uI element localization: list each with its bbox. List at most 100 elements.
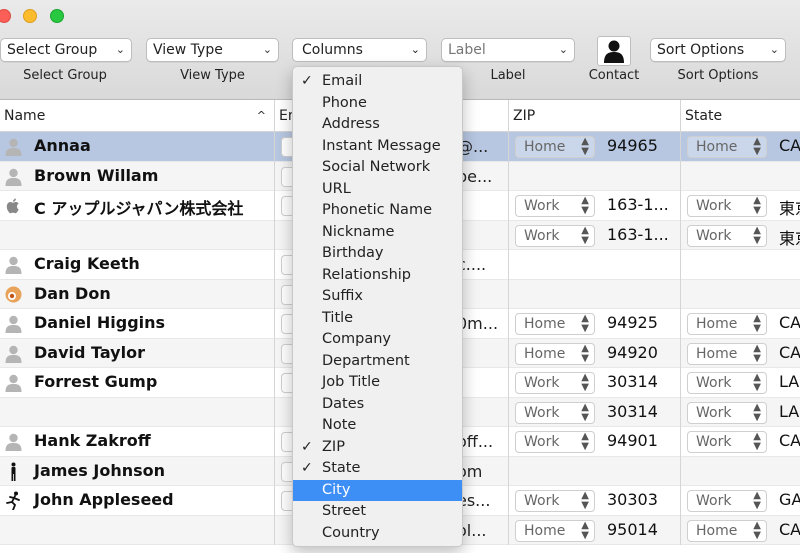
state-type-popup[interactable]: Home ▲ ▼ xyxy=(687,313,767,335)
menu-item-company[interactable]: Company xyxy=(293,329,462,351)
apple-logo-icon xyxy=(4,196,23,215)
zip-type-popup[interactable]: Home ▲ ▼ xyxy=(515,342,595,365)
contact-name: James Johnson xyxy=(34,460,165,480)
contact-button[interactable] xyxy=(597,36,631,66)
menu-item-url[interactable]: URL xyxy=(293,179,462,201)
menu-item-label: Phone xyxy=(322,94,367,111)
sort-options-popup[interactable]: Sort Options ⌄ xyxy=(650,38,786,62)
menu-item-birthday[interactable]: Birthday xyxy=(293,243,462,265)
menu-item-email[interactable]: ✓ Email xyxy=(293,71,462,93)
stepper-arrows-icon: ▲ ▼ xyxy=(581,342,589,364)
state-cell: Work ▲▼ 東京 xyxy=(681,221,800,251)
chevron-down-icon: ⌄ xyxy=(115,43,125,56)
state-type-popup[interactable]: Work ▲ ▼ xyxy=(687,224,767,247)
zip-type-value: Work xyxy=(524,198,560,214)
menu-item-note[interactable]: Note xyxy=(293,415,462,437)
state-cell xyxy=(681,250,800,280)
label-popup-value: Label xyxy=(448,42,486,58)
state-type-value: Work xyxy=(696,493,732,509)
zip-type-popup[interactable]: Work ▲ ▼ xyxy=(515,224,595,247)
menu-item-label: Job Title xyxy=(322,374,381,390)
column-header-name[interactable]: Name ^ xyxy=(0,100,275,132)
zip-value: 94925 xyxy=(607,313,658,332)
state-value: CA xyxy=(779,136,800,155)
sort-options-value: Sort Options xyxy=(657,42,745,58)
zip-type-popup[interactable]: Work ▲ ▼ xyxy=(515,401,595,424)
chevron-down-icon: ⌄ xyxy=(410,43,420,56)
menu-item-state[interactable]: ✓ State xyxy=(293,458,462,480)
minimize-window-button[interactable] xyxy=(23,9,37,23)
state-type-popup[interactable]: Work ▲ ▼ xyxy=(687,490,767,512)
menu-item-title[interactable]: Title xyxy=(293,308,462,330)
columns-value: Columns xyxy=(302,42,363,58)
column-header-state-label: State xyxy=(685,108,723,124)
state-value: LA xyxy=(779,372,800,391)
stepper-arrows-icon: ▲ ▼ xyxy=(753,342,761,364)
menu-item-social-network[interactable]: Social Network xyxy=(293,157,462,179)
view-type-popup[interactable]: View Type ⌄ xyxy=(146,38,279,62)
state-type-value: Work xyxy=(696,375,732,391)
chevron-down-icon: ⌄ xyxy=(769,43,779,56)
zip-type-popup[interactable]: Work ▲ ▼ xyxy=(515,431,595,453)
state-type-value: Home xyxy=(696,345,738,362)
name-cell: Daniel Higgins xyxy=(0,309,275,339)
stepper-arrows-icon: ▲ ▼ xyxy=(581,431,589,452)
column-header-state[interactable]: State xyxy=(681,100,800,132)
state-type-value: Work xyxy=(696,227,732,244)
state-type-popup[interactable]: Home ▲ ▼ xyxy=(687,342,767,365)
menu-item-phone[interactable]: Phone xyxy=(293,93,462,115)
zip-type-popup[interactable]: Work ▲ ▼ xyxy=(515,372,595,394)
state-type-popup[interactable]: Work ▲ ▼ xyxy=(687,431,767,453)
contact-name: David Taylor xyxy=(34,342,145,362)
column-header-zip[interactable]: ZIP xyxy=(509,100,681,132)
menu-item-label: Dates xyxy=(322,395,365,412)
state-type-popup[interactable]: Work ▲ ▼ xyxy=(687,401,767,424)
state-type-popup[interactable]: Home ▲ ▼ xyxy=(687,136,767,158)
name-cell: C アップルジャパン株式会社 xyxy=(0,191,275,221)
columns-popup[interactable]: Columns ⌄ xyxy=(292,38,427,62)
contact-name: Dan Don xyxy=(34,283,111,303)
stepper-arrows-icon: ▲ ▼ xyxy=(581,519,589,541)
zip-cell: Work ▲ ▼ 30303 xyxy=(509,486,681,516)
zip-type-value: Work xyxy=(524,493,560,509)
menu-item-label: Department xyxy=(322,352,410,369)
stepper-arrows-icon: ▲ ▼ xyxy=(581,136,589,157)
state-value: 東京 xyxy=(779,228,800,248)
menu-item-label: Social Network xyxy=(322,159,431,175)
menu-item-instant-message[interactable]: Instant Message xyxy=(293,136,462,158)
zip-type-popup[interactable]: Home ▲ ▼ xyxy=(515,313,595,335)
zip-type-popup[interactable]: Work ▲ ▼ xyxy=(515,195,595,217)
stepper-arrows-icon: ▲ ▼ xyxy=(753,372,761,393)
stepper-arrows-icon: ▲ ▼ xyxy=(581,313,589,334)
label-popup[interactable]: Label ⌄ xyxy=(441,38,575,62)
state-type-popup[interactable]: Work ▲ ▼ xyxy=(687,372,767,394)
state-cell: Work ▲ ▼ LA xyxy=(681,398,800,428)
close-window-button[interactable] xyxy=(0,9,11,23)
menu-item-suffix[interactable]: Suffix xyxy=(293,286,462,308)
zip-cell: Work ▲ ▼ 30314 xyxy=(509,397,681,427)
menu-item-address[interactable]: Address xyxy=(293,114,462,136)
menu-item-city[interactable]: City xyxy=(293,479,462,501)
photo-avatar-icon xyxy=(4,285,23,304)
zip-type-popup[interactable]: Home ▲ ▼ xyxy=(515,519,595,542)
menu-item-zip[interactable]: ✓ ZIP xyxy=(293,437,462,459)
menu-item-job-title[interactable]: Job Title xyxy=(293,372,462,394)
menu-item-department[interactable]: Department xyxy=(293,351,462,373)
menu-item-nickname[interactable]: Nickname xyxy=(293,222,462,244)
menu-item-relationship[interactable]: Relationship xyxy=(293,265,462,287)
person-silhouette-icon xyxy=(604,40,624,63)
state-type-popup[interactable]: Work ▲ ▼ xyxy=(687,195,767,217)
zip-type-popup[interactable]: Work ▲ ▼ xyxy=(515,490,595,512)
stepper-arrows-icon: ▲ ▼ xyxy=(581,372,589,393)
state-type-popup[interactable]: Home ▲ ▼ xyxy=(687,519,767,542)
menu-item-label: URL xyxy=(322,180,351,197)
select-group-popup[interactable]: Select Group ⌄ xyxy=(0,38,132,62)
menu-item-country[interactable]: Country xyxy=(293,523,462,545)
menu-item-dates[interactable]: Dates xyxy=(293,394,462,416)
stepper-arrows-icon: ▲ ▼ xyxy=(753,313,761,334)
menu-item-phonetic-name[interactable]: Phonetic Name xyxy=(293,200,462,222)
menu-item-street[interactable]: Street xyxy=(293,501,462,523)
zoom-window-button[interactable] xyxy=(50,9,64,23)
stepper-arrows-icon: ▲ ▼ xyxy=(753,136,761,157)
zip-type-popup[interactable]: Home ▲ ▼ xyxy=(515,136,595,158)
